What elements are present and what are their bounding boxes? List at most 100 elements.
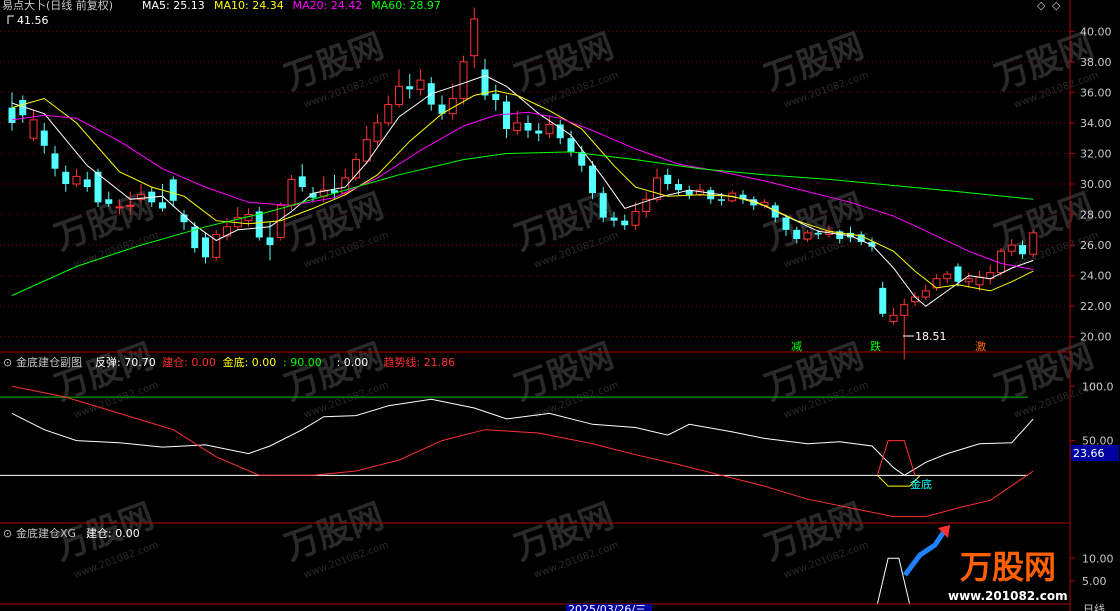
logo-url-text: www.201082.com bbox=[948, 589, 1068, 603]
sub1-legend-item: 金底: 0.00 bbox=[223, 355, 277, 369]
watermark-text: 万股网 bbox=[509, 26, 619, 98]
signal-marker-surge: 激 bbox=[975, 339, 986, 353]
ma-legend-item: MA20: 24.42 bbox=[293, 0, 363, 12]
candle-body-up bbox=[416, 79, 425, 90]
candle-body-up bbox=[943, 273, 952, 280]
candle-body-down bbox=[675, 184, 682, 191]
sub2-signal bbox=[876, 557, 911, 605]
watermark-text: 万股网 bbox=[759, 496, 869, 568]
ma-legend-item: MA60: 28.97 bbox=[371, 0, 441, 12]
sub1-legend-item: 反弹: 70.70 bbox=[95, 355, 156, 369]
y-tick-label: 22.00 bbox=[1080, 300, 1112, 313]
period-label: 日线 bbox=[1083, 602, 1105, 611]
high-pointer bbox=[7, 15, 14, 24]
ma-legend-item: MA5: 25.13 bbox=[142, 0, 205, 12]
candle-body-down bbox=[718, 199, 725, 201]
candle-body-down bbox=[40, 130, 48, 146]
candle-body-up bbox=[513, 122, 522, 132]
candle-body-up bbox=[72, 175, 81, 185]
stock-chart: 万股网www.201082.com 万股网www.201082.com 万股网www… bbox=[0, 0, 1119, 611]
candle-body-down bbox=[535, 130, 543, 134]
y-tick-label: 28.00 bbox=[1080, 209, 1112, 222]
candle-body-down bbox=[83, 179, 91, 188]
collapse-icon-2[interactable]: ⊙ bbox=[3, 527, 12, 540]
candle-body-down bbox=[782, 217, 790, 230]
candle-body-up bbox=[631, 210, 640, 226]
sub1-line bbox=[11, 398, 1034, 476]
candle-body-down bbox=[621, 220, 629, 226]
diamond-icon-2[interactable]: ◇ bbox=[1052, 0, 1061, 12]
candle-body-up bbox=[115, 206, 124, 209]
logo-brand-text: 万股网 bbox=[960, 548, 1056, 586]
sub-chart-2-title: 金底建仓XG bbox=[16, 526, 76, 540]
sub1-legend-item: : 90.00 bbox=[283, 356, 322, 369]
candle-body-down bbox=[610, 217, 618, 221]
candle-body-up bbox=[459, 61, 468, 99]
low-price-label: 18.51 bbox=[915, 330, 947, 343]
y-tick-label: 36.00 bbox=[1080, 86, 1112, 99]
candle-body-up bbox=[1029, 232, 1038, 255]
candle-body-down bbox=[492, 93, 500, 100]
candle-body-up bbox=[964, 278, 973, 283]
collapse-icon[interactable]: ⊙ bbox=[3, 356, 12, 369]
watermark-layer: 万股网www.201082.com 万股网www.201082.com 万股网www… bbox=[49, 26, 1100, 581]
candle-body-down bbox=[664, 174, 672, 184]
y-tick-label: 26.00 bbox=[1080, 239, 1112, 252]
candle-body-down bbox=[202, 237, 209, 258]
candle-body-up bbox=[997, 250, 1005, 274]
candle-body-down bbox=[1019, 245, 1026, 255]
candle-body-down bbox=[589, 165, 596, 194]
candle-body-down bbox=[578, 151, 586, 166]
candle-body-up bbox=[975, 276, 984, 286]
candle-body-down bbox=[954, 266, 962, 282]
logo-arrow-icon bbox=[903, 528, 948, 577]
watermark-text: 万股网 bbox=[759, 26, 869, 98]
candle-body-up bbox=[803, 232, 812, 240]
candle-body-up bbox=[362, 139, 371, 162]
candle-body-down bbox=[51, 153, 59, 169]
candle-body-down bbox=[255, 211, 263, 238]
sub1-legend-item: 趋势线: 21.86 bbox=[383, 355, 455, 369]
watermark-text: 万股网 bbox=[279, 26, 389, 98]
cursor-date: 2025/03/26/三 bbox=[568, 603, 646, 611]
y-tick-label: 24.00 bbox=[1080, 270, 1112, 283]
ma-legend: MA5: 25.13 MA10: 24.34 MA20: 24.42 MA60: 28… bbox=[142, 0, 441, 12]
watermark-text: 万股网 bbox=[279, 496, 389, 568]
sub2-tick-label: 10.00 bbox=[1082, 552, 1114, 565]
candle-body-down bbox=[503, 101, 510, 130]
candle-body-down bbox=[814, 232, 822, 235]
candle-body-up bbox=[900, 304, 909, 316]
candle-body-up bbox=[126, 204, 135, 207]
candle-body-up bbox=[287, 178, 296, 206]
watermark-text: 万股网 bbox=[759, 186, 869, 258]
watermark-text: 万股网 bbox=[509, 496, 619, 568]
sub1-legend-item: : 0.00 bbox=[337, 356, 369, 369]
signal-marker-drop: 跌 bbox=[870, 339, 881, 353]
current-value: 23.66 bbox=[1073, 447, 1105, 460]
candle-body-down bbox=[105, 199, 113, 204]
y-tick-label: 34.00 bbox=[1080, 117, 1112, 130]
signal-marker-reduce: 减 bbox=[791, 340, 802, 353]
sub-chart-2-value: 建仓: 0.00 bbox=[86, 526, 140, 540]
candle-body-down bbox=[567, 138, 575, 152]
candle-body-up bbox=[921, 290, 930, 298]
candle-body-up bbox=[395, 85, 403, 106]
candle-body-up bbox=[373, 122, 382, 142]
candle-body-up bbox=[653, 177, 661, 200]
sub1-legend-item: 建仓: 0.00 bbox=[162, 355, 216, 369]
high-price-label: 41.56 bbox=[17, 14, 49, 27]
main-chart-title: 易点大卜(日线 前复权) bbox=[2, 0, 113, 12]
y-axis-ticks: 40.00 38.00 36.00 34.00 32.00 30.00 28.00 26.00… bbox=[1070, 25, 1114, 588]
candle-body-up bbox=[470, 18, 479, 57]
sub2-tick-label: 5.00 bbox=[1082, 575, 1107, 588]
diamond-icon[interactable]: ◇ bbox=[1037, 0, 1046, 12]
candle-body-down bbox=[8, 107, 16, 123]
candle-body-down bbox=[879, 287, 887, 314]
candle-body-up bbox=[223, 226, 231, 237]
candle-body-up bbox=[29, 119, 38, 139]
y-tick-label: 38.00 bbox=[1080, 56, 1112, 69]
candle-body-down bbox=[524, 122, 532, 131]
candle-body-down bbox=[406, 86, 414, 90]
brand-logo: 万股网 www.201082.com bbox=[903, 525, 1068, 603]
sub1-tick-label: 100.0 bbox=[1082, 380, 1114, 393]
